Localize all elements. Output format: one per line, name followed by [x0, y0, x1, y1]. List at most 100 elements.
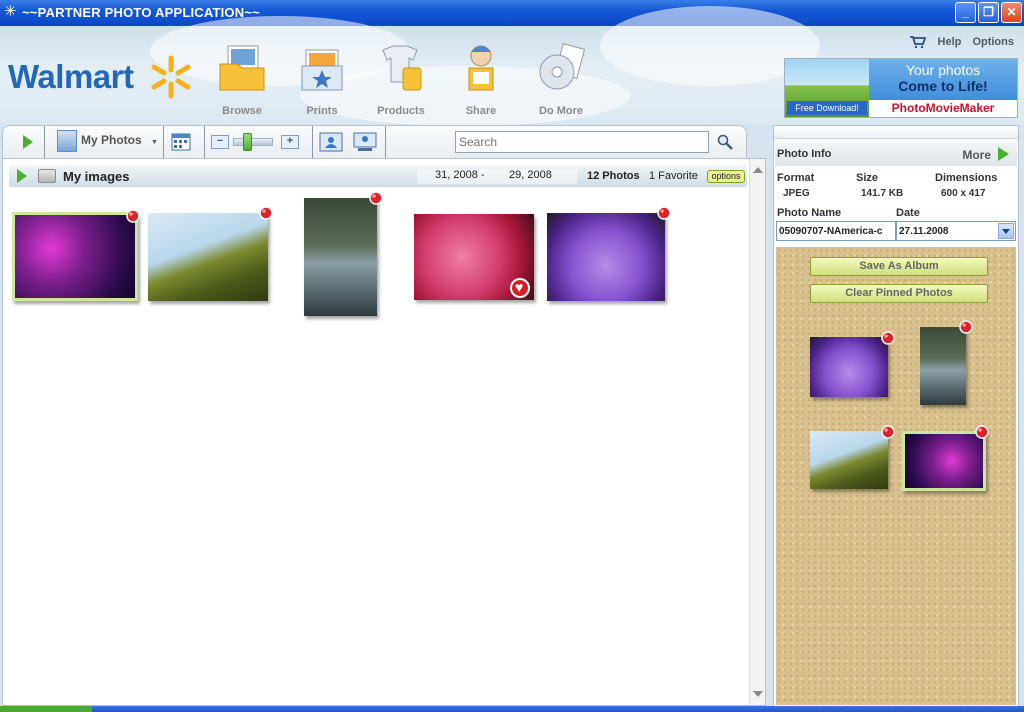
photo-name-field[interactable]: 05090707-NAmerica-c	[776, 221, 896, 241]
search-icon[interactable]	[717, 134, 733, 150]
header: Walmart Browse Prints Products Share Do …	[0, 6, 1024, 126]
title-bar: ✳ ~~PARTNER PHOTO APPLICATION~~ _ ❐ ✕	[0, 0, 1024, 26]
nav-prints-label: Prints	[306, 105, 338, 117]
group-date-start: 31, 2008 -	[435, 169, 485, 181]
photo-count: 12 Photos	[587, 170, 640, 182]
photo-info-panel: Photo Info More Format Size Dimensions J…	[774, 140, 1018, 244]
ad-line2: Come to Life!	[898, 78, 988, 94]
pushpin-icon[interactable]	[958, 320, 974, 336]
cart-icon[interactable]	[910, 36, 927, 49]
favorite-heart-icon[interactable]	[510, 278, 530, 298]
nav-browse[interactable]: Browse	[202, 40, 282, 120]
maximize-button[interactable]: ❐	[978, 2, 999, 23]
pushpin-icon[interactable]	[880, 331, 896, 347]
disc-icon	[539, 43, 586, 90]
zoom-slider-handle[interactable]	[243, 133, 252, 151]
pushpin-icon[interactable]	[656, 206, 672, 222]
format-value: JPEG	[783, 188, 810, 199]
pushpin-icon[interactable]	[368, 191, 384, 207]
corkboard: Save As Album Clear Pinned Photos	[776, 247, 1016, 705]
more-link[interactable]: More	[962, 148, 991, 162]
toolbar-divider	[44, 126, 45, 159]
date-dropdown-icon[interactable]	[998, 223, 1014, 239]
start-button[interactable]	[0, 706, 92, 712]
nav-prints[interactable]: Prints	[282, 40, 362, 120]
photo-info-title: Photo Info	[777, 148, 832, 160]
save-as-album-button[interactable]: Save As Album	[810, 257, 988, 276]
nav-do-more[interactable]: Do More	[521, 40, 601, 120]
favorite-count: 1 Favorite	[649, 170, 698, 182]
close-button[interactable]: ✕	[1001, 2, 1022, 23]
help-link[interactable]: Help	[938, 36, 962, 48]
my-photos-icon	[57, 130, 77, 152]
group-options-button[interactable]: options	[707, 170, 745, 183]
nav-share-label: Share	[465, 105, 497, 117]
free-download-label: Free Download!	[787, 101, 867, 115]
nav-share[interactable]: Share	[441, 40, 521, 120]
pushpin-icon[interactable]	[974, 425, 990, 441]
slideshow-view-icon[interactable]	[353, 132, 377, 152]
search-input[interactable]	[455, 131, 709, 153]
dimensions-value: 600 x 417	[941, 188, 986, 199]
scroll-down-icon[interactable]	[753, 691, 763, 697]
pinned-photo[interactable]	[810, 337, 888, 397]
my-photos-label: My Photos	[81, 133, 142, 147]
dimensions-label: Dimensions	[935, 172, 998, 184]
walmart-spark-icon	[151, 55, 191, 99]
group-date-range: 31, 2008 - 29, 2008	[417, 169, 577, 184]
options-link[interactable]: Options	[972, 36, 1014, 48]
nav-products-label: Products	[377, 105, 425, 117]
expand-icon[interactable]	[17, 169, 27, 183]
photo-thumbnail[interactable]	[148, 213, 268, 301]
pushpin-icon[interactable]	[880, 425, 896, 441]
date-field[interactable]: 27.11.2008	[896, 221, 1016, 241]
photo-thumbnail[interactable]	[12, 212, 138, 301]
photo-thumbnail[interactable]	[547, 213, 665, 301]
calendar-icon[interactable]	[171, 132, 195, 152]
panel-tab-strip	[774, 126, 1018, 139]
minimize-button[interactable]: _	[955, 2, 976, 23]
format-label: Format	[777, 172, 815, 184]
photo-thumbnail[interactable]	[304, 198, 377, 316]
ad-brand: PhotoMovieMaker	[869, 100, 1017, 117]
zoom-out-button[interactable]: −	[211, 135, 229, 149]
date-value: 27.11.2008	[899, 226, 949, 237]
play-slideshow-icon[interactable]	[23, 135, 33, 149]
nav-do-more-label: Do More	[539, 105, 583, 117]
top-links: Help Options	[910, 36, 1014, 49]
group-name: My images	[63, 169, 130, 184]
date-label: Date	[896, 207, 920, 219]
toolbar-divider	[385, 126, 386, 159]
walmart-logo: Walmart	[8, 58, 134, 95]
my-photos-dropdown[interactable]: My Photos ▼	[81, 133, 158, 147]
app-spark-icon: ✳	[4, 3, 17, 20]
nav-browse-label: Browse	[222, 105, 262, 117]
folder-icon	[38, 169, 56, 183]
pushpin-icon[interactable]	[125, 209, 141, 225]
window-title: ~~PARTNER PHOTO APPLICATION~~	[22, 5, 260, 20]
nav-products[interactable]: Products	[361, 40, 441, 120]
size-label: Size	[856, 172, 879, 184]
chevron-down-icon: ▼	[151, 139, 158, 146]
pinned-photo[interactable]	[810, 431, 888, 489]
pushpin-icon[interactable]	[258, 206, 274, 222]
photomoviemaker-ad[interactable]: Free Download! Your photos Come to Life!…	[784, 58, 1018, 118]
more-arrow-icon[interactable]	[998, 147, 1009, 161]
scroll-up-icon[interactable]	[753, 167, 763, 173]
toolbar-divider	[163, 126, 164, 159]
zoom-slider-track[interactable]	[233, 138, 273, 146]
clear-pinned-button[interactable]: Clear Pinned Photos	[810, 284, 988, 303]
taskbar	[0, 706, 1024, 712]
size-value: 141.7 KB	[861, 188, 904, 199]
pinned-photo[interactable]	[920, 327, 966, 405]
toolbar: My Photos ▼ − +	[2, 125, 747, 159]
vertical-scrollbar[interactable]	[749, 159, 765, 705]
right-panel: Photo Info More Format Size Dimensions J…	[773, 125, 1019, 707]
zoom-in-button[interactable]: +	[281, 135, 299, 149]
photo-name-label: Photo Name	[777, 207, 842, 219]
single-view-icon[interactable]	[319, 132, 343, 152]
ad-line1: Your photos	[905, 62, 981, 78]
ad-text: Your photos Come to Life! PhotoMovieMake…	[869, 59, 1017, 117]
group-header[interactable]: My images 31, 2008 - 29, 2008 12 Photos …	[9, 166, 747, 187]
photo-grid: My images 31, 2008 - 29, 2008 12 Photos …	[2, 158, 766, 706]
